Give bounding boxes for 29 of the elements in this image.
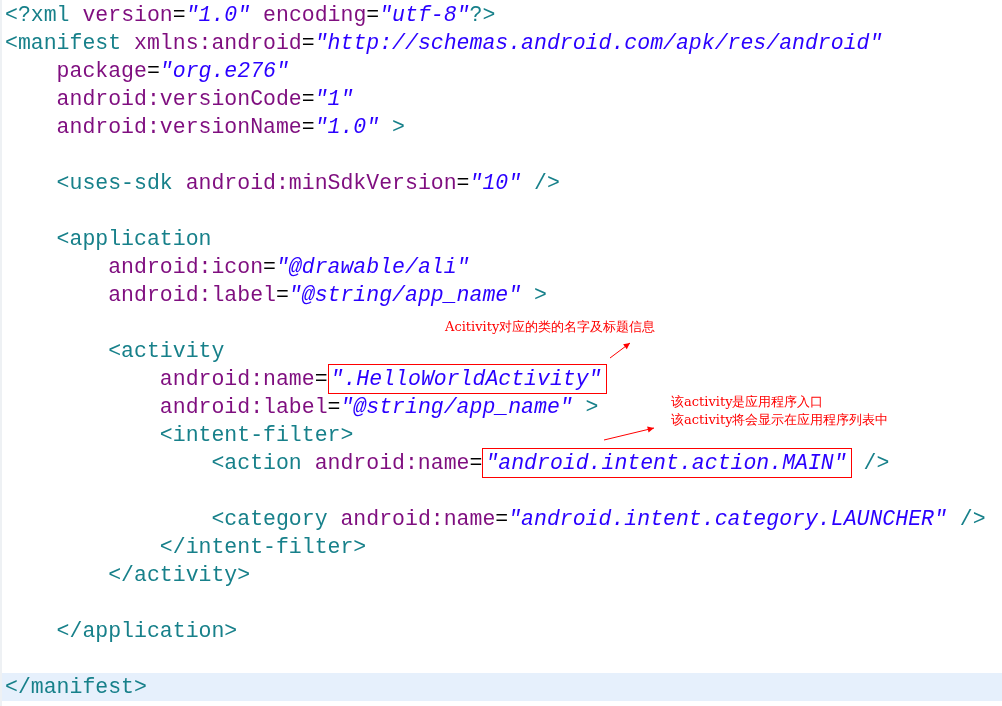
code-text: =	[469, 450, 483, 477]
boxed-code-text: ".HelloWorldActivity"	[328, 365, 606, 393]
annotation-note: 该activity是应用程序入口 该activity将会显示在应用程序列表中	[671, 393, 889, 429]
code-text: android:name	[314, 450, 470, 477]
code-line: </activity>	[107, 562, 251, 589]
code-text: />	[862, 450, 890, 477]
code-line: package="org.e276"	[55, 58, 289, 85]
boxed-code-text: "android.intent.action.MAIN"	[483, 449, 851, 477]
code-line: android:label="@string/app_name" >	[158, 394, 599, 421]
arrow	[609, 342, 631, 359]
code-line: android:versionCode="1"	[55, 86, 354, 113]
code-text: android:name	[158, 366, 315, 393]
code-line: </manifest>	[5, 674, 147, 701]
code-line: <intent-filter>	[158, 422, 354, 449]
code-line: <application	[55, 226, 212, 253]
code-text: <action	[210, 450, 303, 477]
code-line: <activity	[107, 338, 225, 365]
code-text: =	[314, 366, 328, 393]
code-line: <manifest xmlns:android="http://schemas.android.com/apk/res/android"	[5, 30, 883, 57]
code-line: </application>	[55, 618, 238, 645]
code-line: </intent-filter>	[158, 534, 367, 561]
code-line: <uses-sdk android:minSdkVersion="10" />	[55, 170, 560, 197]
code-line: android:label="@string/app_name" >	[107, 282, 547, 309]
code-line: <?xml version="1.0" encoding="utf-8"?>	[5, 2, 496, 29]
code-line: <category android:name="android.intent.category.LAUNCHER" />	[210, 506, 986, 533]
code-line: android:versionName="1.0" >	[55, 114, 405, 141]
code-line: android:icon="@drawable/ali"	[107, 254, 470, 281]
annotation-note: Acitivity对应的类的名字及标题信息	[445, 318, 656, 336]
arrow	[603, 426, 655, 441]
